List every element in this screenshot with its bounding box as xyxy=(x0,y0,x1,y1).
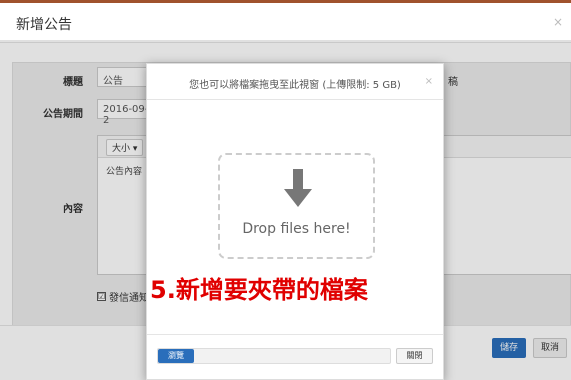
browse-button[interactable]: 瀏覽 xyxy=(158,349,194,363)
step-annotation: 5.新增要夾帶的檔案 xyxy=(150,270,368,305)
modal-close-icon[interactable]: × xyxy=(553,15,563,29)
drop-zone[interactable]: Drop files here! xyxy=(218,153,375,259)
annotation-number: 5. xyxy=(150,276,176,304)
annotation-text: 新增要夾帶的檔案 xyxy=(175,276,368,304)
upload-title: 您也可以將檔案拖曳至此視窗 (上傳限制: 5 GB) xyxy=(189,80,401,91)
upload-footer: 瀏覽 關閉 xyxy=(147,334,443,380)
close-button[interactable]: 關閉 xyxy=(396,348,433,364)
upload-progress-bar: 瀏覽 xyxy=(157,348,391,364)
upload-header: 您也可以將檔案拖曳至此視窗 (上傳限制: 5 GB) × xyxy=(147,64,443,100)
upload-close-icon[interactable]: × xyxy=(425,76,433,87)
download-arrow-icon xyxy=(284,169,312,207)
modal-title: 新增公告 xyxy=(16,17,72,33)
drop-text: Drop files here! xyxy=(242,221,351,237)
upload-dialog: 您也可以將檔案拖曳至此視窗 (上傳限制: 5 GB) × Drop files … xyxy=(146,63,444,380)
modal-header: 新增公告 × xyxy=(0,3,571,43)
